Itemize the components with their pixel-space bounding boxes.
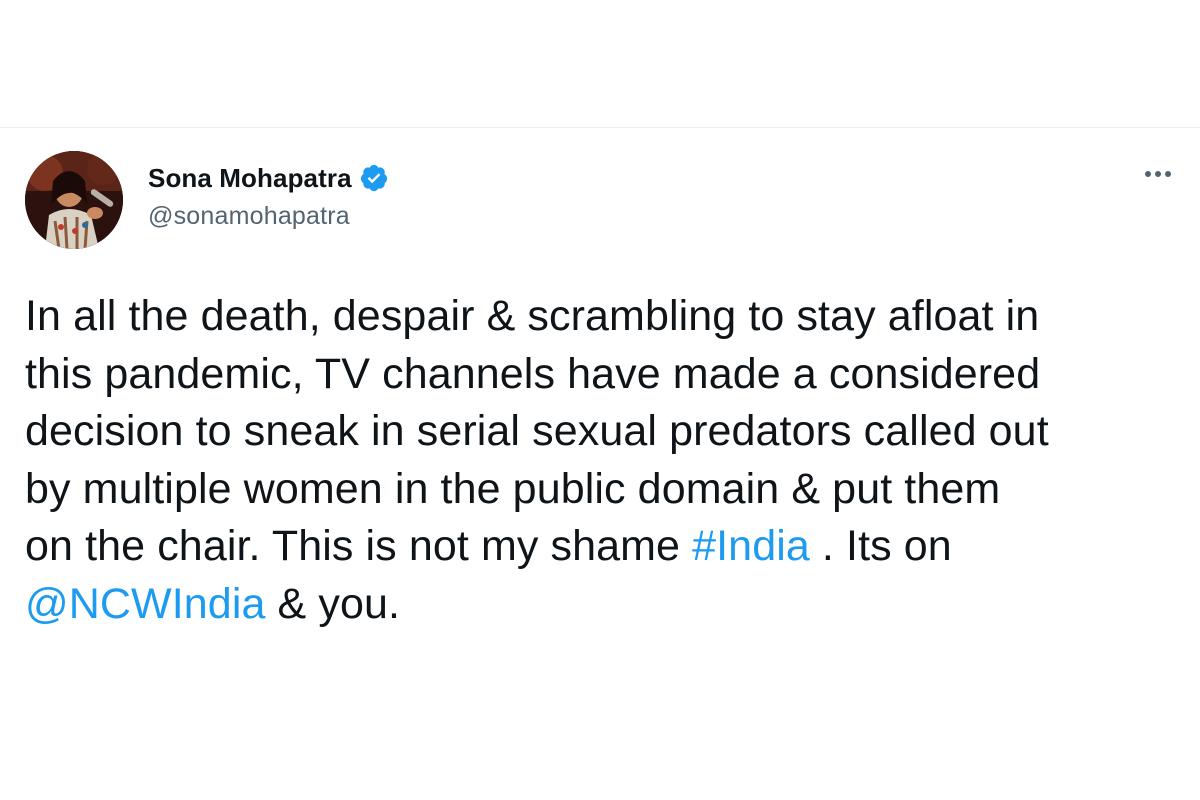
display-name[interactable]: Sona Mohapatra (148, 163, 352, 194)
tweet-page: Sona Mohapatra @sonamohapatra In all the… (0, 0, 1200, 800)
tweet-line-3: decision to sneak in serial sexual preda… (25, 407, 1049, 455)
tweet-card: Sona Mohapatra @sonamohapatra In all the… (0, 128, 1200, 800)
tweet-line-5: on the chair. This is not my shame #Indi… (25, 518, 1185, 576)
tweet-line-6: @NCWIndia & you. (25, 576, 1185, 634)
avatar[interactable] (25, 151, 123, 249)
tweet-line-5-prefix: on the chair. This is not my shame (25, 522, 693, 570)
more-horizontal-icon (1145, 171, 1171, 177)
verified-badge-icon (359, 163, 389, 193)
tweet-line-5-suffix: . Its on (809, 522, 952, 570)
avatar-image (25, 151, 123, 249)
tweet-line-2: this pandemic, TV channels have made a c… (25, 349, 1041, 398)
tweet-line-6-suffix: & you. (265, 579, 401, 628)
mention-link[interactable]: @NCWIndia (25, 580, 266, 628)
tweet-line-1: In all the death, despair & scrambling t… (25, 292, 1040, 340)
author-block: Sona Mohapatra @sonamohapatra (148, 162, 848, 231)
tweet-line-4: by multiple women in the public domain &… (25, 464, 1001, 513)
hashtag-link[interactable]: #India (692, 522, 810, 570)
tweet-text: In all the death, despair & scrambling t… (25, 288, 1185, 633)
author-handle[interactable]: @sonamohapatra (148, 202, 848, 231)
more-options-button[interactable] (1138, 162, 1178, 186)
author-name-row: Sona Mohapatra (148, 162, 848, 194)
